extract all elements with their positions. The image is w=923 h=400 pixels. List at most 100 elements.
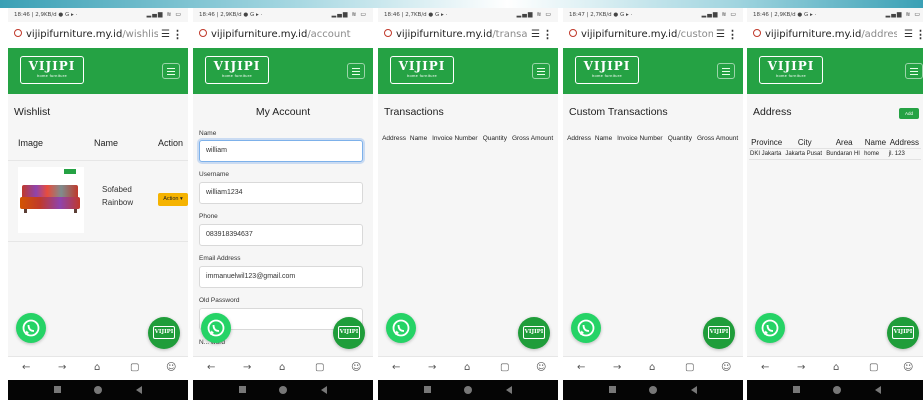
url-text[interactable]: vijipifurniture.my.id/transac — [396, 29, 528, 40]
url-text[interactable]: vijipifurniture.my.id/account — [211, 29, 361, 40]
whatsapp-button[interactable] — [755, 313, 785, 343]
vijipi-chat-button[interactable]: VIJIPI — [518, 317, 550, 349]
email-field[interactable]: immanuelwil123@gmail.com — [199, 266, 363, 288]
home-circle-icon[interactable] — [279, 386, 287, 394]
vijipi-chat-button[interactable]: VIJIPI — [333, 317, 365, 349]
whatsapp-button[interactable] — [16, 313, 46, 343]
url-text[interactable]: vijipifurniture.my.id/custom — [581, 29, 713, 40]
lock-icon[interactable] — [753, 29, 761, 37]
account-icon[interactable]: ☺ — [721, 362, 731, 373]
vijipi-logo[interactable]: VIJIPI home furniture — [205, 56, 269, 84]
lock-icon[interactable] — [384, 29, 392, 37]
tabs-switcher-icon[interactable]: ▢ — [685, 362, 694, 373]
chat-logo-text: VIJIPI — [153, 326, 175, 339]
vijipi-logo[interactable]: VIJIPI home furniture — [390, 56, 454, 84]
status-bar: 18:46 | 2,9KB/d ● G ▸ · ▂▄▆ ≋ ▭ — [8, 8, 188, 22]
tabs-icon[interactable]: ☰ — [531, 29, 540, 40]
back-arrow-icon[interactable]: ← — [22, 362, 30, 373]
account-icon[interactable]: ☺ — [536, 362, 546, 373]
tabs-switcher-icon[interactable]: ▢ — [130, 362, 139, 373]
account-icon[interactable]: ☺ — [166, 362, 176, 373]
whatsapp-button[interactable] — [201, 313, 231, 343]
vijipi-chat-button[interactable]: VIJIPI — [887, 317, 919, 349]
back-triangle-icon[interactable] — [875, 386, 881, 394]
browser-url-bar[interactable]: vijipifurniture.my.id/custom ☰ ⋮ — [563, 22, 743, 49]
tabs-switcher-icon[interactable]: ▢ — [500, 362, 509, 373]
browser-url-bar[interactable]: vijipifurniture.my.id/address ☰ ⋮ — [747, 22, 923, 49]
tabs-icon[interactable]: ☰ — [161, 29, 170, 40]
action-dropdown-button[interactable]: Action ▾ — [158, 193, 188, 206]
hamburger-menu-button[interactable] — [532, 63, 550, 79]
forward-arrow-icon[interactable]: → — [797, 362, 805, 373]
account-icon[interactable]: ☺ — [351, 362, 361, 373]
home-icon[interactable]: ⌂ — [833, 362, 839, 373]
back-arrow-icon[interactable]: ← — [761, 362, 769, 373]
account-icon[interactable]: ☺ — [903, 362, 913, 373]
tabs-switcher-icon[interactable]: ▢ — [315, 362, 324, 373]
system-nav-bar — [8, 380, 188, 400]
col-header-invoice-number: Invoice Number — [432, 135, 478, 142]
name-field[interactable]: william — [199, 140, 363, 162]
browser-url-bar[interactable]: vijipifurniture.my.id/account — [193, 22, 373, 49]
more-icon[interactable]: ⋮ — [915, 28, 923, 41]
more-icon[interactable]: ⋮ — [542, 28, 553, 41]
logo-tagline: home furniture — [776, 73, 806, 78]
vijipi-logo[interactable]: VIJIPI home furniture — [759, 56, 823, 84]
home-circle-icon[interactable] — [94, 386, 102, 394]
lock-icon[interactable] — [569, 29, 577, 37]
home-circle-icon[interactable] — [649, 386, 657, 394]
forward-arrow-icon[interactable]: → — [243, 362, 251, 373]
back-arrow-icon[interactable]: ← — [577, 362, 585, 373]
add-address-button[interactable]: Add — [899, 108, 919, 119]
browser-url-bar[interactable]: vijipifurniture.my.id/wishlist ☰ ⋮ — [8, 22, 188, 49]
browser-url-bar[interactable]: vijipifurniture.my.id/transac ☰ ⋮ — [378, 22, 558, 49]
hamburger-menu-button[interactable] — [717, 63, 735, 79]
phone-field[interactable]: 083918394637 — [199, 224, 363, 246]
logo-tagline: home furniture — [37, 73, 67, 78]
lock-icon[interactable] — [199, 29, 207, 37]
home-circle-icon[interactable] — [464, 386, 472, 394]
back-triangle-icon[interactable] — [136, 386, 142, 394]
forward-arrow-icon[interactable]: → — [58, 362, 66, 373]
product-name[interactable]: Sofabed Rainbow — [102, 183, 142, 209]
recents-square-icon[interactable] — [793, 386, 800, 393]
username-field[interactable]: william1234 — [199, 182, 363, 204]
recents-square-icon[interactable] — [239, 386, 246, 393]
recents-square-icon[interactable] — [609, 386, 616, 393]
product-image[interactable] — [18, 167, 84, 233]
tabs-icon[interactable]: ☰ — [716, 29, 725, 40]
home-icon[interactable]: ⌂ — [94, 362, 100, 373]
url-host: vijipifurniture.my.id — [396, 29, 493, 40]
forward-arrow-icon[interactable]: → — [613, 362, 621, 373]
vijipi-chat-button[interactable]: VIJIPI — [148, 317, 180, 349]
back-triangle-icon[interactable] — [691, 386, 697, 394]
recents-square-icon[interactable] — [54, 386, 61, 393]
vijipi-logo[interactable]: VIJIPI home furniture — [20, 56, 84, 84]
back-triangle-icon[interactable] — [506, 386, 512, 394]
url-text[interactable]: vijipifurniture.my.id/address — [765, 29, 897, 40]
recents-square-icon[interactable] — [424, 386, 431, 393]
hamburger-menu-button[interactable] — [347, 63, 365, 79]
tabs-switcher-icon[interactable]: ▢ — [869, 362, 878, 373]
home-circle-icon[interactable] — [833, 386, 841, 394]
forward-arrow-icon[interactable]: → — [428, 362, 436, 373]
hamburger-menu-button[interactable] — [162, 63, 180, 79]
home-icon[interactable]: ⌂ — [464, 362, 470, 373]
back-arrow-icon[interactable]: ← — [207, 362, 215, 373]
back-arrow-icon[interactable]: ← — [392, 362, 400, 373]
home-icon[interactable]: ⌂ — [279, 362, 285, 373]
hamburger-menu-button[interactable] — [905, 63, 923, 79]
back-triangle-icon[interactable] — [321, 386, 327, 394]
whatsapp-button[interactable] — [571, 313, 601, 343]
vijipi-chat-button[interactable]: VIJIPI — [703, 317, 735, 349]
app-header: VIJIPI home furniture — [378, 48, 558, 94]
more-icon[interactable]: ⋮ — [727, 28, 738, 41]
tabs-icon[interactable]: ☰ — [904, 29, 913, 40]
more-icon[interactable]: ⋮ — [172, 28, 183, 41]
home-icon[interactable]: ⌂ — [649, 362, 655, 373]
vijipi-logo[interactable]: VIJIPI home furniture — [575, 56, 639, 84]
lock-icon[interactable] — [14, 29, 22, 37]
page-title: Address — [753, 106, 792, 118]
whatsapp-button[interactable] — [386, 313, 416, 343]
url-text[interactable]: vijipifurniture.my.id/wishlist — [26, 29, 158, 40]
